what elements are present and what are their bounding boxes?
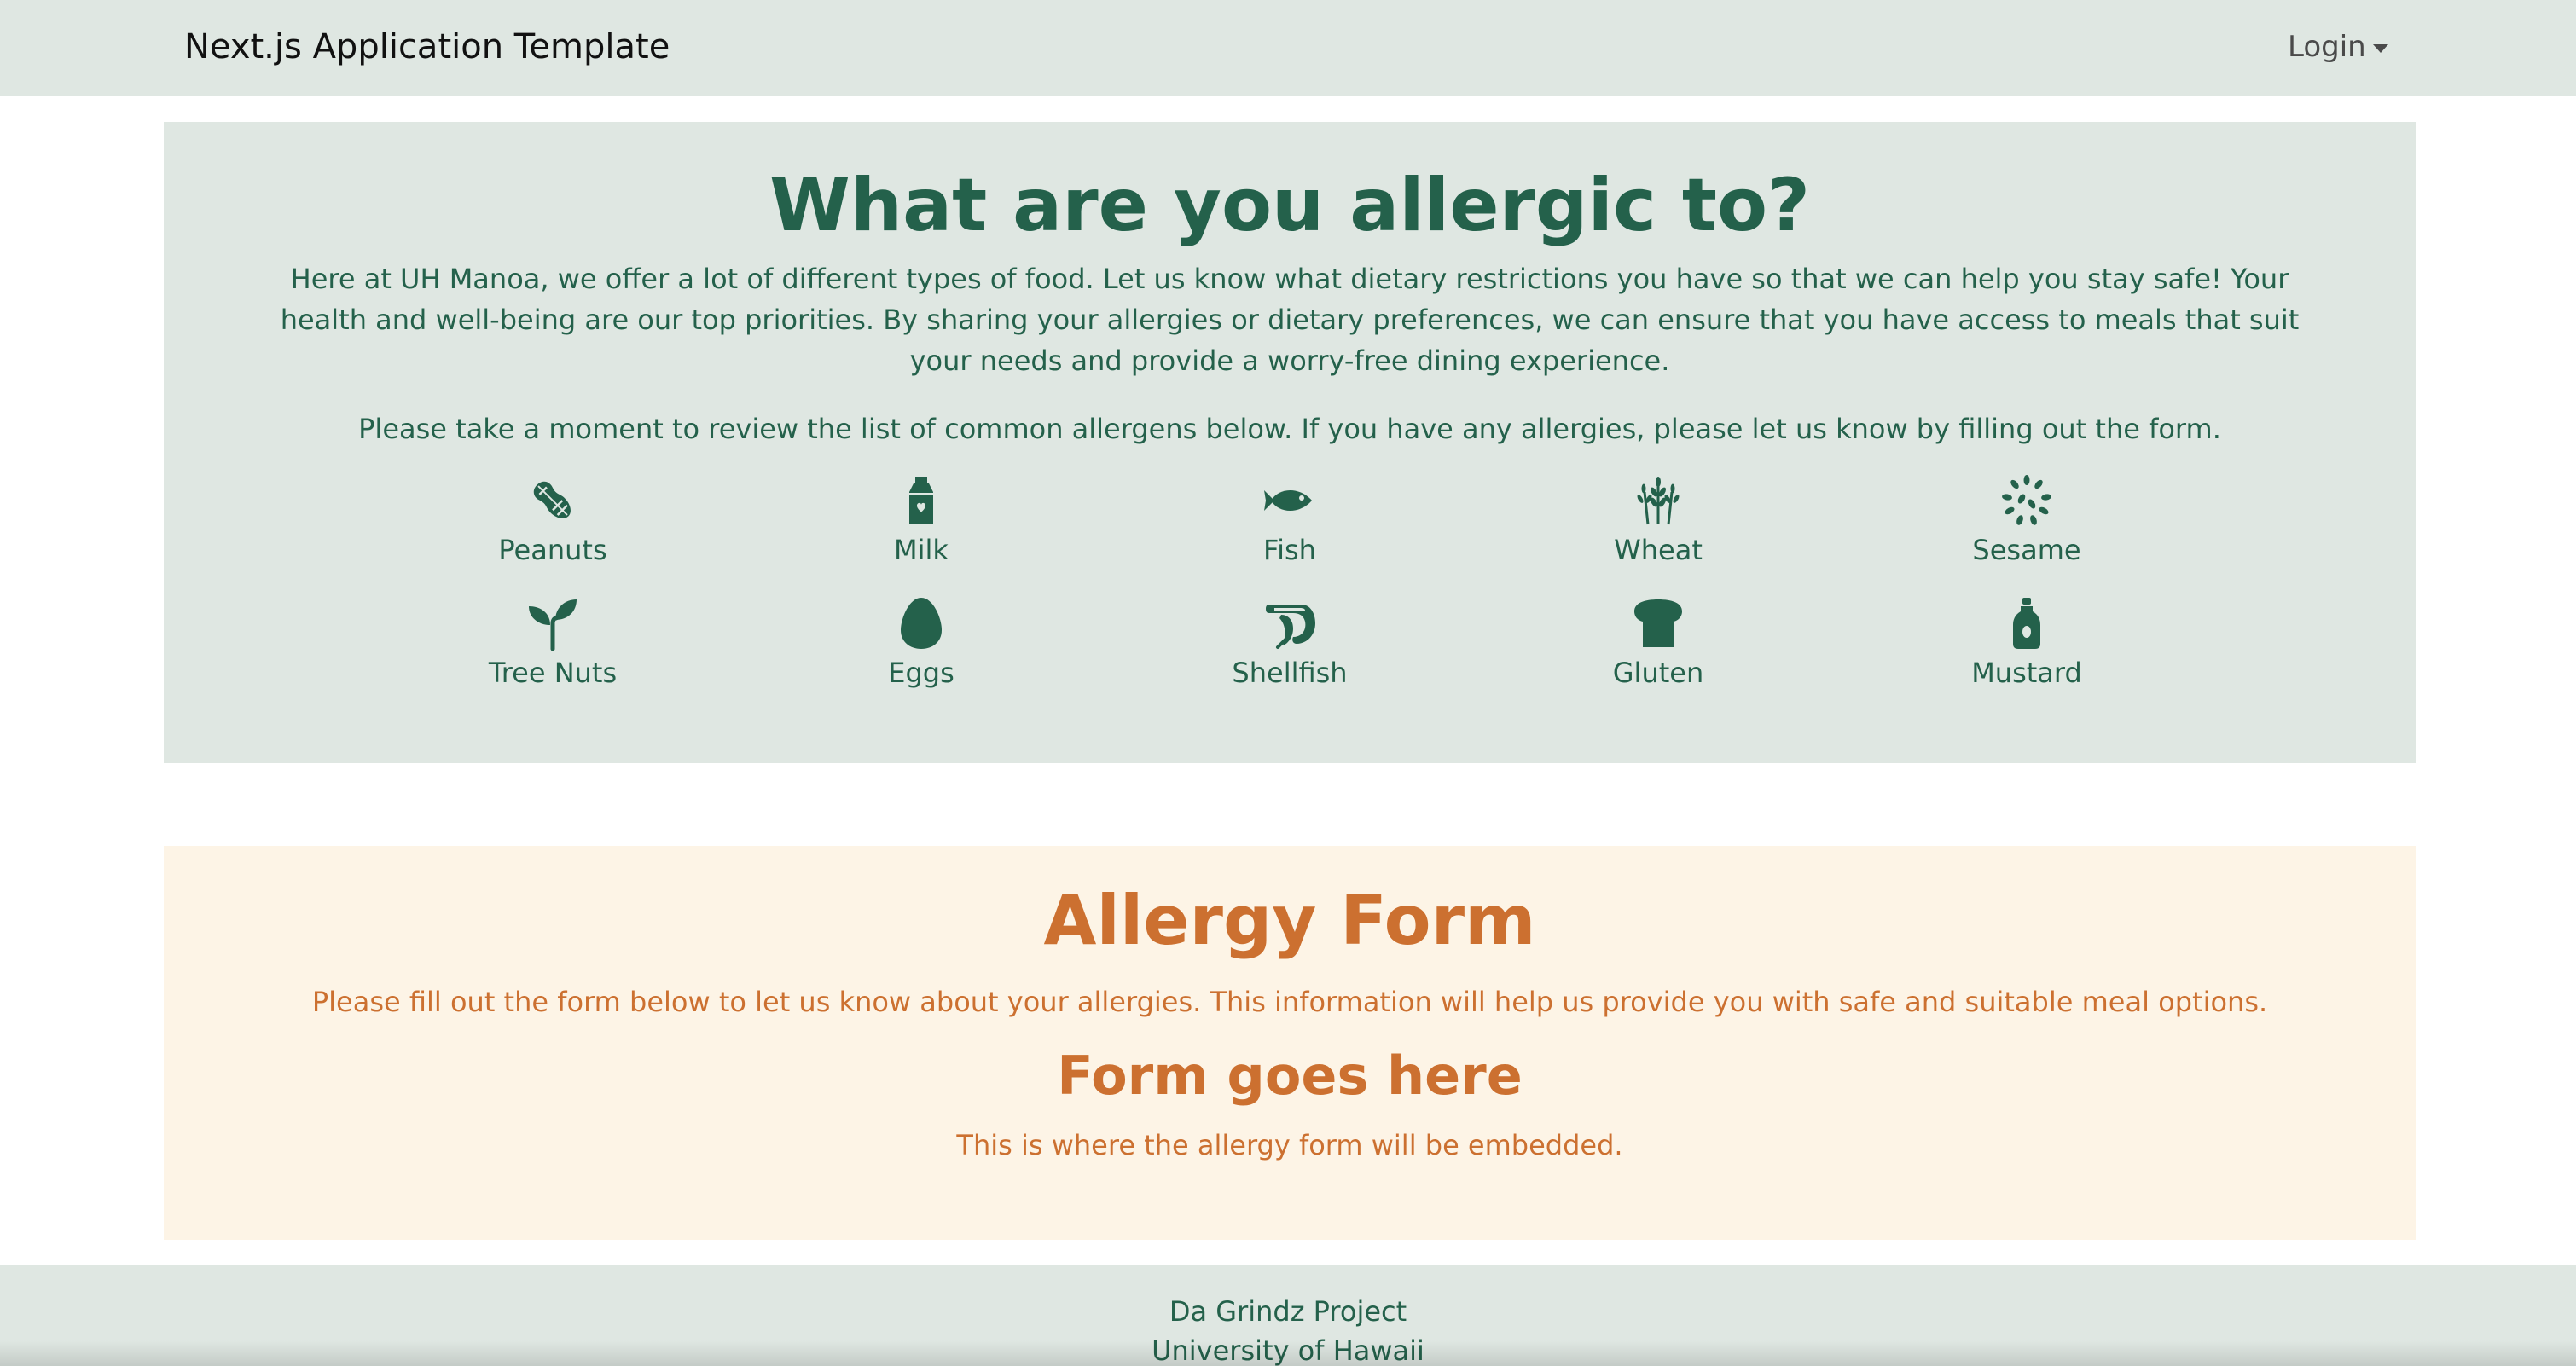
- footer-shadow: [0, 1340, 2576, 1366]
- allergen-label-tree-nuts: Tree Nuts: [488, 657, 618, 689]
- form-placeholder-text: This is where the allergy form will be e…: [956, 1129, 1623, 1161]
- sesame-seeds-icon: [2002, 475, 2051, 525]
- allergen-item-fish: Fish: [1162, 473, 1418, 569]
- mustard-bottle-icon: [2013, 598, 2040, 649]
- login-dropdown[interactable]: Login: [2288, 27, 2388, 67]
- allergen-label-milk: Milk: [894, 534, 949, 566]
- sprout-icon: [529, 599, 577, 651]
- allergen-intro-text: Here at UH Manoa, we offer a lot of diff…: [280, 263, 2300, 377]
- shrimp-icon: [1266, 605, 1315, 649]
- navbar: Next.js Application Template Login: [0, 0, 2576, 96]
- allergen-label-wheat: Wheat: [1614, 534, 1703, 566]
- navbar-brand[interactable]: Next.js Application Template: [184, 26, 670, 68]
- allergen-label-sesame: Sesame: [1972, 534, 2081, 566]
- allergen-label-mustard: Mustard: [1971, 657, 2082, 689]
- allergen-label-shellfish: Shellfish: [1232, 657, 1348, 689]
- allergen-item-eggs: Eggs: [793, 596, 1049, 692]
- caret-down-icon: [2372, 44, 2388, 53]
- allergen-label-eggs: Eggs: [888, 657, 954, 689]
- allergen-section-title: What are you allergic to?: [769, 163, 1810, 248]
- peanut-icon: [533, 481, 571, 518]
- allergen-item-wheat: Wheat: [1530, 473, 1786, 569]
- bread-icon: [1634, 599, 1682, 647]
- allergen-item-peanuts: Peanuts: [425, 473, 681, 569]
- allergen-label-gluten: Gluten: [1612, 657, 1704, 689]
- allergen-label-fish: Fish: [1263, 534, 1316, 566]
- page: Next.js Application Template Login What …: [0, 0, 2576, 1366]
- footer-project-name: Da Grindz Project: [1169, 1295, 1407, 1328]
- wheat-icon: [1637, 477, 1680, 525]
- allergen-item-gluten: Gluten: [1530, 596, 1786, 692]
- footer: Da Grindz Project University of Hawaii: [0, 1265, 2576, 1366]
- allergen-instructions-text: Please take a moment to review the list …: [358, 413, 2221, 445]
- allergen-item-shellfish: Shellfish: [1162, 596, 1418, 692]
- milk-carton-icon: [909, 477, 933, 524]
- fish-icon: [1264, 490, 1312, 511]
- allergen-item-sesame: Sesame: [1899, 473, 2155, 569]
- allergen-item-mustard: Mustard: [1899, 596, 2155, 692]
- egg-icon: [901, 598, 942, 649]
- allergy-form-section: Allergy Form Please fill out the form be…: [164, 846, 2416, 1240]
- allergy-form-title: Allergy Form: [1043, 881, 1536, 960]
- allergen-item-tree-nuts: Tree Nuts: [425, 596, 681, 692]
- allergen-section: What are you allergic to? Here at UH Man…: [164, 122, 2416, 763]
- form-placeholder-title: Form goes here: [1057, 1045, 1523, 1107]
- allergen-label-peanuts: Peanuts: [498, 534, 607, 566]
- allergen-item-milk: Milk: [793, 473, 1049, 569]
- allergy-form-description: Please fill out the form below to let us…: [311, 986, 2268, 1018]
- login-label: Login: [2288, 30, 2366, 64]
